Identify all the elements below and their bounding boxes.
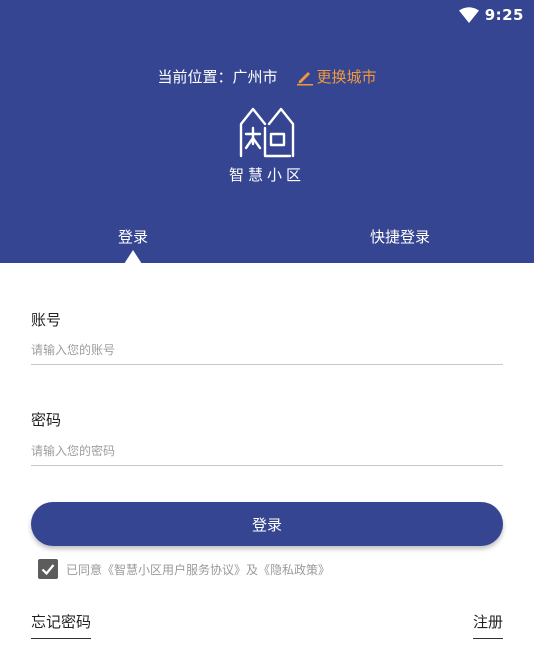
login-screen: 9:25 当前位置： 广州市 更换城市 智慧小区 登录 快捷登录 账号 请输入您…	[0, 0, 534, 651]
pencil-icon	[296, 71, 313, 85]
wifi-icon	[458, 7, 479, 23]
active-tab-indicator	[124, 250, 142, 264]
account-input[interactable]	[31, 336, 503, 365]
brand-name: 智慧小区	[228, 166, 305, 184]
change-city-button[interactable]: 更换城市	[296, 66, 377, 87]
agreement-joiner: 及	[246, 562, 259, 577]
forgot-password-link[interactable]: 忘记密码	[31, 611, 92, 639]
password-input[interactable]	[31, 437, 503, 466]
header: 9:25 当前位置： 广州市 更换城市 智慧小区 登录 快捷登录	[0, 0, 534, 264]
tab-quick-login[interactable]: 快捷登录	[330, 226, 470, 247]
location-label: 当前位置：	[157, 68, 233, 86]
account-label: 账号	[31, 311, 62, 329]
agreement-checkbox[interactable]	[38, 559, 58, 579]
user-agreement-link[interactable]: 《智慧小区用户服务协议》	[102, 561, 246, 578]
location-row: 当前位置： 广州市 更换城市	[0, 66, 534, 87]
login-button[interactable]: 登录	[31, 502, 503, 546]
status-bar: 9:25	[458, 4, 524, 26]
change-city-label: 更换城市	[316, 68, 377, 86]
tab-login[interactable]: 登录	[63, 226, 203, 247]
password-label: 密码	[31, 411, 62, 429]
status-time: 9:25	[484, 6, 524, 24]
house-logo-icon	[239, 107, 295, 158]
check-icon	[41, 564, 55, 576]
current-city: 广州市	[232, 68, 278, 86]
agreement-row: 已同意 《智慧小区用户服务协议》 及 《隐私政策》	[38, 559, 330, 579]
register-link[interactable]: 注册	[472, 611, 503, 639]
privacy-policy-link[interactable]: 《隐私政策》	[258, 561, 330, 578]
agreement-prefix: 已同意	[66, 562, 103, 577]
